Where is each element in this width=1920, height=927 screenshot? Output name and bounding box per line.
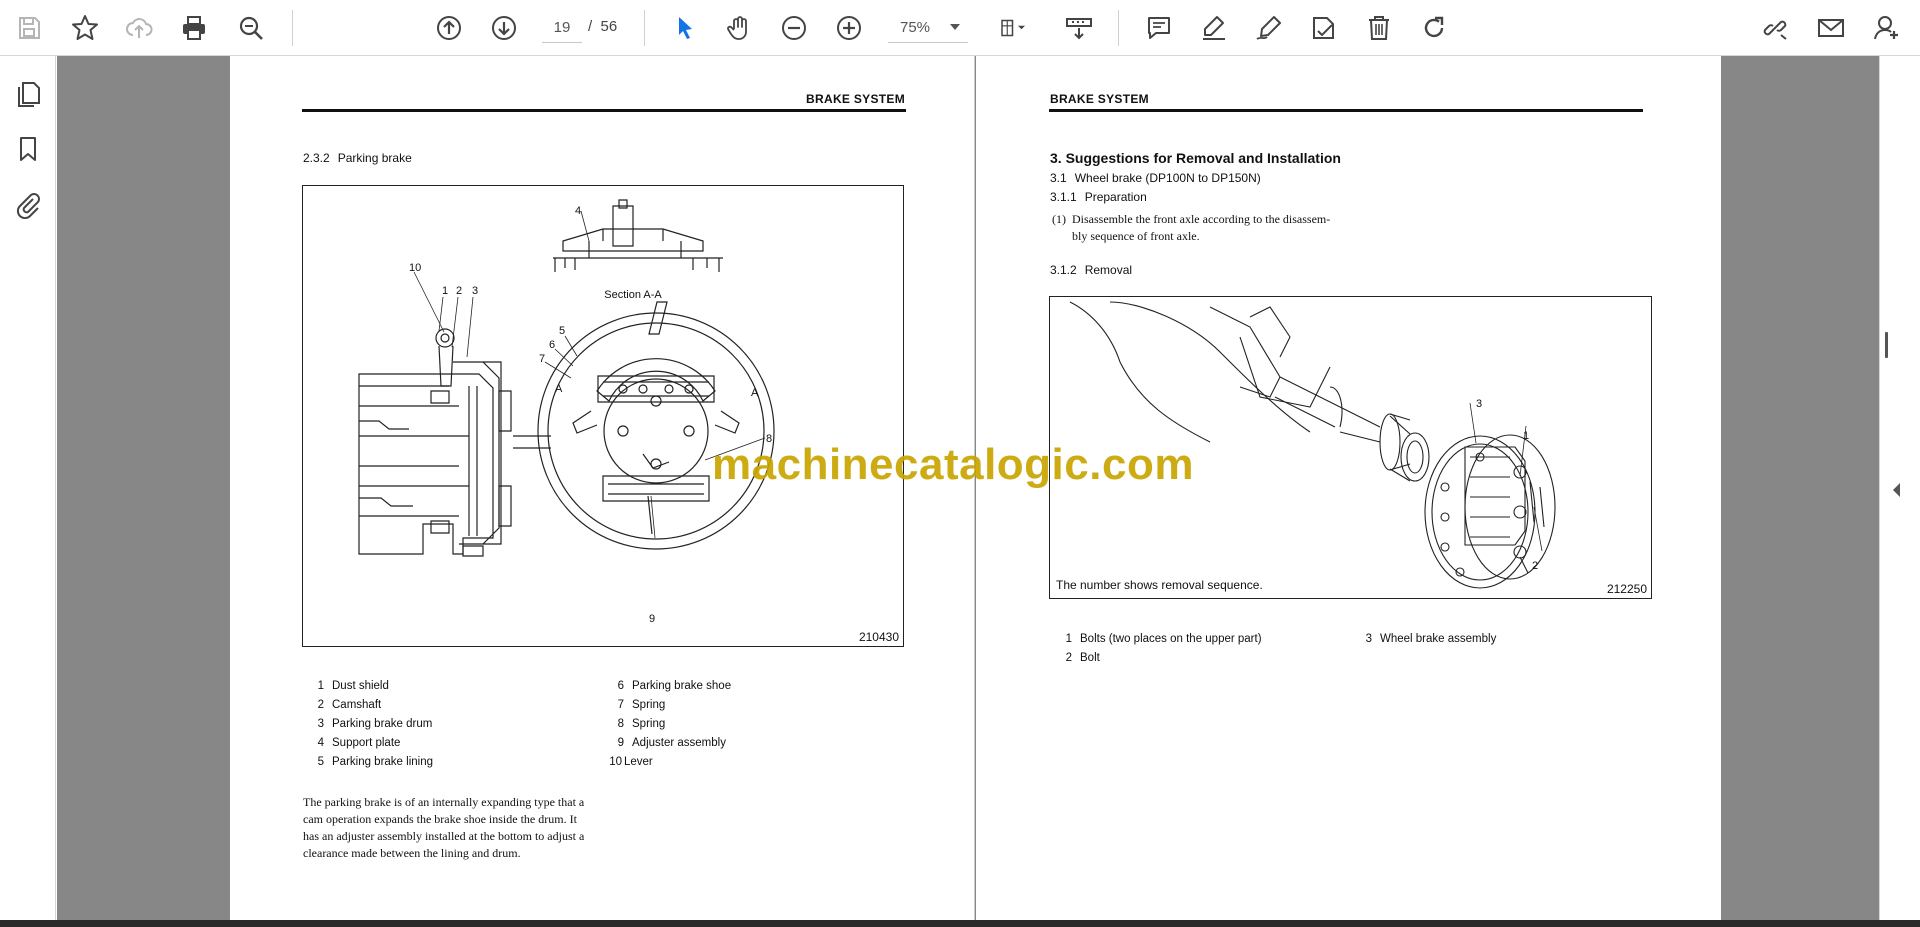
legend-item: 4 Support plate bbox=[317, 737, 401, 749]
callout-a-right: A bbox=[751, 387, 759, 399]
pdf-viewer-app: / 56 75% bbox=[0, 0, 1920, 927]
page-up-icon[interactable] bbox=[430, 9, 468, 47]
fit-page-icon[interactable] bbox=[990, 9, 1038, 47]
draw-icon[interactable] bbox=[1250, 9, 1288, 47]
page-down-icon[interactable] bbox=[485, 9, 523, 47]
attachment-icon[interactable] bbox=[10, 186, 46, 222]
legend-item: 5 Parking brake lining bbox=[317, 756, 434, 768]
legend-item: 1 Dust shield bbox=[317, 680, 389, 692]
callout-2: 2 bbox=[456, 285, 462, 297]
toolbar-divider bbox=[644, 10, 645, 46]
legend-item: 10 Lever bbox=[609, 756, 653, 768]
zoom-out-search-icon[interactable] bbox=[232, 9, 270, 47]
page-number-input[interactable] bbox=[542, 13, 582, 43]
zoom-value: 75% bbox=[900, 19, 931, 36]
callout-9: 9 bbox=[649, 613, 655, 625]
right-rail bbox=[1879, 56, 1920, 920]
delete-icon[interactable] bbox=[1360, 9, 1398, 47]
section-heading: 2.3.2 Parking brake bbox=[303, 151, 412, 165]
legend-item: 9 Adjuster assembly bbox=[617, 737, 726, 749]
callout-5: 5 bbox=[559, 325, 565, 337]
legend-item: 3 Parking brake drum bbox=[317, 718, 433, 730]
figure-code: 212250 bbox=[1606, 582, 1647, 596]
callout-7: 7 bbox=[539, 353, 545, 365]
legend-item: 2 Bolt bbox=[1065, 652, 1100, 664]
figure-code: 210430 bbox=[858, 630, 899, 644]
toolbar-divider bbox=[1118, 10, 1119, 46]
stamp-icon[interactable] bbox=[1305, 9, 1343, 47]
section-title: 3. Suggestions for Removal and Installat… bbox=[1050, 150, 1341, 166]
bottom-bar bbox=[0, 920, 1920, 927]
legend-item: 7 Spring bbox=[617, 699, 666, 711]
expand-right-panel-icon[interactable] bbox=[1893, 483, 1900, 497]
print-icon[interactable] bbox=[175, 9, 213, 47]
zoom-dropdown[interactable]: 75% bbox=[888, 13, 968, 43]
share-link-icon[interactable] bbox=[1756, 9, 1794, 47]
email-icon[interactable] bbox=[1812, 9, 1850, 47]
legend-item: 1 Bolts (two places on the upper part) bbox=[1065, 633, 1262, 645]
legend-item: 3 Wheel brake assembly bbox=[1365, 633, 1497, 645]
step-text: (1) Disassemble the front axle according… bbox=[1052, 212, 1331, 243]
description-paragraph: The parking brake is of an internally ex… bbox=[303, 795, 585, 860]
chevron-down-icon bbox=[950, 24, 960, 30]
pages-thumbnail-icon[interactable] bbox=[10, 76, 46, 112]
toolbar-divider bbox=[292, 10, 293, 46]
zoom-out-icon[interactable] bbox=[775, 9, 813, 47]
callout-a-left: A bbox=[555, 383, 563, 395]
bookmark-star-icon[interactable] bbox=[66, 9, 104, 47]
scroll-mode-icon[interactable] bbox=[1060, 9, 1098, 47]
parking-brake-figure: Section A-A 4 10 1 2 3 5 6 7 A A 8 9 210… bbox=[302, 185, 904, 647]
rotate-icon[interactable] bbox=[1415, 9, 1453, 47]
subsection-heading: 3.1.1 Preparation bbox=[1050, 190, 1147, 204]
callout-10: 10 bbox=[409, 262, 421, 274]
watermark-text: machinecatalogic.com bbox=[712, 440, 1194, 489]
callout-1: 1 bbox=[1523, 430, 1529, 442]
vertical-scrollbar-thumb[interactable] bbox=[1885, 332, 1888, 358]
left-navigation-rail bbox=[0, 56, 69, 920]
callout-3: 3 bbox=[472, 285, 478, 297]
header-rule bbox=[302, 109, 906, 112]
page-header: BRAKE SYSTEM bbox=[1050, 92, 1149, 106]
legend-item: 2 Camshaft bbox=[317, 699, 382, 711]
toolbar: / 56 75% bbox=[0, 0, 1920, 56]
highlight-icon[interactable] bbox=[1195, 9, 1233, 47]
cloud-upload-icon[interactable] bbox=[120, 9, 158, 47]
zoom-in-icon[interactable] bbox=[830, 9, 868, 47]
comment-icon[interactable] bbox=[1140, 9, 1178, 47]
hand-pan-icon[interactable] bbox=[720, 9, 758, 47]
header-rule bbox=[1049, 109, 1643, 112]
save-icon[interactable] bbox=[10, 9, 48, 47]
subsection-heading: 3.1.2 Removal bbox=[1050, 263, 1133, 277]
select-cursor-icon[interactable] bbox=[666, 9, 704, 47]
page-header: BRAKE SYSTEM bbox=[806, 92, 905, 106]
figure-caption: The number shows removal sequence. bbox=[1056, 578, 1263, 592]
bookmark-icon[interactable] bbox=[10, 131, 46, 167]
callout-4: 4 bbox=[575, 205, 581, 217]
page-count: / 56 bbox=[588, 18, 618, 35]
legend-item: 8 Spring bbox=[617, 718, 666, 730]
callout-2: 2 bbox=[1532, 560, 1538, 572]
callout-6: 6 bbox=[549, 339, 555, 351]
callout-1: 1 bbox=[442, 285, 448, 297]
callout-3: 3 bbox=[1476, 398, 1482, 410]
add-user-icon[interactable] bbox=[1867, 9, 1907, 47]
subsection-heading: 3.1 Wheel brake (DP100N to DP150N) bbox=[1050, 171, 1261, 185]
legend-item: 6 Parking brake shoe bbox=[617, 680, 732, 692]
section-label: Section A-A bbox=[604, 289, 662, 301]
parking-brake-diagram: Section A-A 4 10 1 2 3 5 6 7 A A 8 9 bbox=[358, 199, 775, 625]
